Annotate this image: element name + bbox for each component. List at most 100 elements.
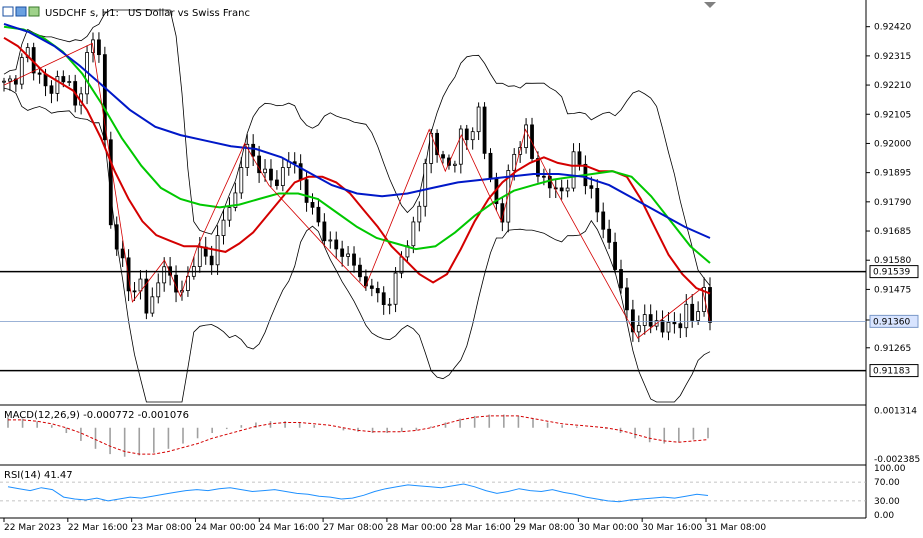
candle-body bbox=[613, 241, 617, 270]
candle-body bbox=[387, 303, 392, 306]
price-tick-label: 0.91685 bbox=[874, 227, 911, 237]
candle-body bbox=[2, 80, 6, 83]
candle-body bbox=[452, 163, 457, 166]
candle-body bbox=[280, 167, 285, 186]
candle-body bbox=[298, 163, 303, 181]
candle-body bbox=[696, 311, 701, 321]
candle-body bbox=[162, 266, 167, 284]
candle-body bbox=[375, 288, 380, 294]
time-tick-label: 27 Mar 08:00 bbox=[323, 523, 383, 533]
time-tick-label: 30 Mar 16:00 bbox=[642, 523, 702, 533]
candle-body bbox=[209, 255, 214, 266]
candle-body bbox=[316, 206, 321, 223]
candle-body bbox=[636, 325, 641, 333]
candle-body bbox=[642, 314, 647, 326]
candle-body bbox=[227, 207, 232, 221]
macd-title: MACD(12,26,9) -0.000772 -0.001076 bbox=[4, 410, 189, 421]
candle-body bbox=[559, 187, 564, 192]
candle-body bbox=[648, 314, 653, 327]
candle-body bbox=[577, 151, 582, 165]
candle-body bbox=[197, 246, 202, 267]
candle-body bbox=[239, 167, 244, 194]
rsi-title: RSI(14) 41.47 bbox=[4, 470, 73, 481]
time-tick-label: 23 Mar 08:00 bbox=[132, 523, 192, 533]
candle-body bbox=[447, 157, 451, 166]
level-price-label: 0.91183 bbox=[873, 367, 910, 377]
candle-body bbox=[423, 163, 428, 207]
candle-body bbox=[541, 175, 546, 178]
candle-body bbox=[275, 179, 279, 186]
candle-body bbox=[97, 39, 101, 56]
chart-window: USDCHF s, H1: US Dollar vs Swiss Franc 0… bbox=[0, 0, 923, 538]
price-tick-label: 0.92000 bbox=[874, 139, 911, 149]
rsi-tick-label: 70.00 bbox=[874, 478, 900, 488]
candle-body bbox=[381, 292, 386, 305]
candle-body bbox=[441, 154, 445, 159]
candle-body bbox=[304, 179, 309, 203]
candle-body bbox=[571, 151, 576, 189]
candle-body bbox=[666, 321, 671, 333]
candle-body bbox=[322, 221, 327, 242]
price-tick-label: 0.91580 bbox=[874, 256, 911, 266]
candle-body bbox=[565, 187, 570, 192]
candle-body bbox=[625, 287, 629, 311]
price-tick-label: 0.91265 bbox=[874, 344, 911, 354]
candle-body bbox=[470, 131, 475, 141]
time-tick-label: 24 Mar 16:00 bbox=[259, 523, 319, 533]
candle-body bbox=[37, 72, 42, 75]
candle-body bbox=[458, 128, 463, 165]
time-tick-label: 31 Mar 08:00 bbox=[706, 523, 766, 533]
time-tick-label: 28 Mar 16:00 bbox=[451, 523, 511, 533]
candle-body bbox=[120, 248, 125, 259]
candle-body bbox=[61, 76, 66, 83]
candle-body bbox=[43, 73, 48, 87]
candle-body bbox=[672, 321, 677, 325]
candle-body bbox=[684, 303, 689, 329]
candle-body bbox=[221, 219, 226, 236]
candle-body bbox=[589, 185, 594, 189]
symbol-label: USDCHF bbox=[45, 8, 87, 19]
time-tick-label: 22 Mar 16:00 bbox=[68, 523, 128, 533]
candle-body bbox=[19, 57, 24, 85]
candle-body bbox=[8, 78, 12, 82]
rsi-tick-label: 30.00 bbox=[874, 497, 900, 507]
bar-chart-icon[interactable] bbox=[15, 6, 27, 17]
price-tick-label: 0.91895 bbox=[874, 169, 911, 179]
level-price-label: 0.91539 bbox=[873, 268, 910, 278]
candle-body bbox=[435, 132, 439, 156]
candle-body bbox=[607, 228, 612, 243]
candle-body bbox=[346, 253, 351, 257]
candle-body bbox=[67, 81, 72, 83]
candle-body bbox=[49, 85, 54, 94]
price-tick-label: 0.92105 bbox=[874, 110, 911, 120]
rsi-tick-label: 0.00 bbox=[874, 511, 894, 521]
rsi-tick-label: 100.00 bbox=[874, 464, 906, 474]
candle-chart-icon[interactable] bbox=[28, 6, 40, 17]
candle-body bbox=[488, 152, 493, 179]
candle-body bbox=[132, 290, 137, 293]
candle-body bbox=[251, 143, 256, 157]
candle-body bbox=[55, 76, 60, 94]
candle-body bbox=[138, 278, 143, 292]
candle-body bbox=[369, 285, 374, 289]
candle-body bbox=[269, 168, 273, 181]
current-price-label: 0.91360 bbox=[873, 317, 910, 327]
time-tick-label: 28 Mar 00:00 bbox=[387, 523, 447, 533]
candle-body bbox=[690, 303, 695, 321]
candle-body bbox=[363, 276, 368, 287]
candle-body bbox=[150, 296, 155, 314]
candle-body bbox=[108, 139, 113, 226]
candle-body bbox=[263, 168, 267, 174]
time-tick-label: 22 Mar 2023 bbox=[4, 523, 61, 533]
macd-tick-label: 0.001314 bbox=[874, 406, 917, 416]
candle-body bbox=[114, 224, 119, 250]
time-tick-label: 30 Mar 00:00 bbox=[578, 523, 638, 533]
time-tick-label: 24 Mar 00:00 bbox=[195, 523, 255, 533]
candle-body bbox=[399, 256, 404, 274]
price-axis: 0.92420 0.92315 0.92210 0.92105 0.92000 0.918… bbox=[866, 23, 911, 354]
candle-body bbox=[482, 106, 487, 154]
candle-body bbox=[352, 253, 356, 266]
candle-body bbox=[156, 282, 161, 298]
candle-body bbox=[660, 320, 665, 333]
price-tick-label: 0.92210 bbox=[874, 81, 911, 91]
